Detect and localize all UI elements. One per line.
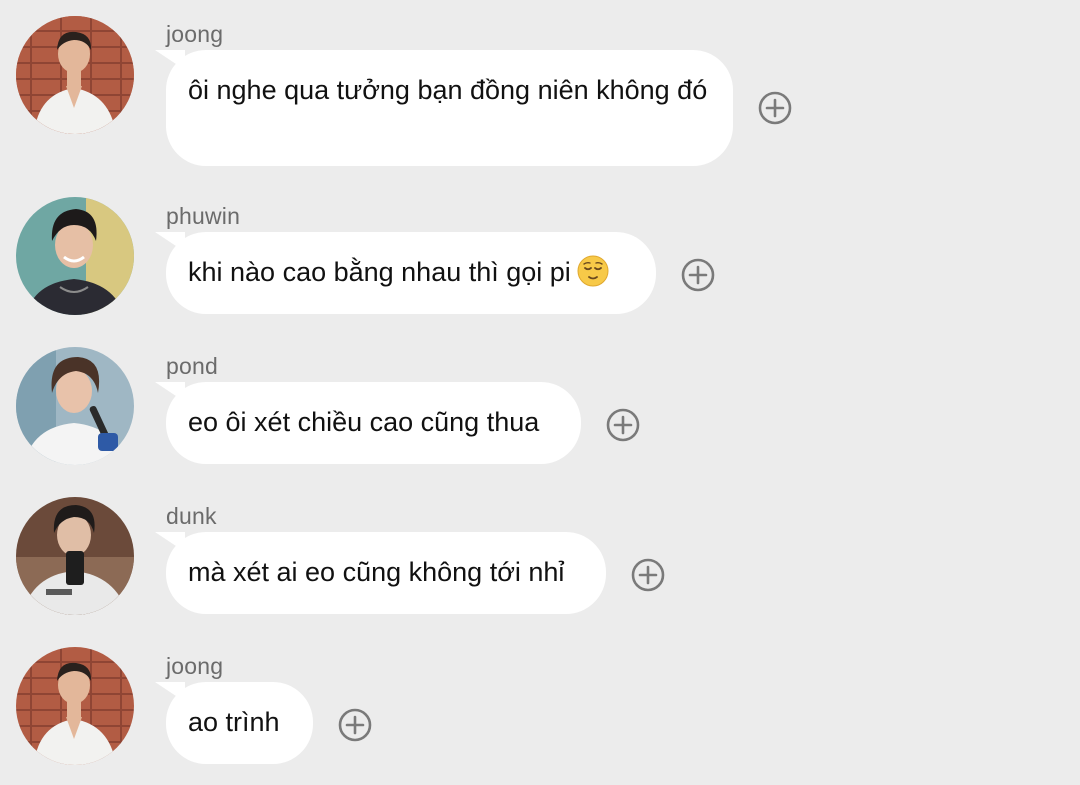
add-reaction-button[interactable] bbox=[606, 408, 640, 442]
sender-name: joong bbox=[166, 653, 224, 679]
message-bubble[interactable]: ao trình bbox=[166, 682, 313, 764]
message-bubble[interactable]: mà xét ai eo cũng không tới nhỉ bbox=[166, 532, 606, 614]
avatar[interactable] bbox=[16, 197, 134, 315]
sender-name: dunk bbox=[166, 503, 217, 529]
avatar[interactable] bbox=[16, 497, 134, 615]
add-reaction-button[interactable] bbox=[631, 558, 665, 592]
plus-circle-icon bbox=[631, 558, 665, 592]
relieved-face-icon bbox=[577, 255, 609, 295]
message-text: ôi nghe qua tưởng bạn đồng niên không đó bbox=[188, 75, 708, 105]
add-reaction-button[interactable] bbox=[681, 258, 715, 292]
avatar[interactable] bbox=[16, 347, 134, 465]
chat-thread: joong ôi nghe qua tưởng bạn đồng niên kh… bbox=[0, 0, 1080, 785]
avatar[interactable] bbox=[16, 16, 134, 134]
message-bubble[interactable]: khi nào cao bằng nhau thì gọi pi bbox=[166, 232, 656, 314]
plus-circle-icon bbox=[681, 258, 715, 292]
message-text: ao trình bbox=[188, 707, 280, 737]
plus-circle-icon bbox=[338, 708, 372, 742]
add-reaction-button[interactable] bbox=[338, 708, 372, 742]
message-text: eo ôi xét chiều cao cũng thua bbox=[188, 407, 540, 437]
message-bubble[interactable]: eo ôi xét chiều cao cũng thua bbox=[166, 382, 581, 464]
message-bubble[interactable]: ôi nghe qua tưởng bạn đồng niên không đó bbox=[166, 50, 733, 166]
sender-name: pond bbox=[166, 353, 218, 379]
avatar[interactable] bbox=[16, 647, 134, 765]
sender-name: phuwin bbox=[166, 203, 241, 229]
sender-name: joong bbox=[166, 21, 224, 47]
plus-circle-icon bbox=[758, 91, 792, 125]
message-text: mà xét ai eo cũng không tới nhỉ bbox=[188, 557, 565, 587]
plus-circle-icon bbox=[606, 408, 640, 442]
add-reaction-button[interactable] bbox=[758, 91, 792, 125]
message-text: khi nào cao bằng nhau thì gọi pi bbox=[188, 257, 571, 287]
